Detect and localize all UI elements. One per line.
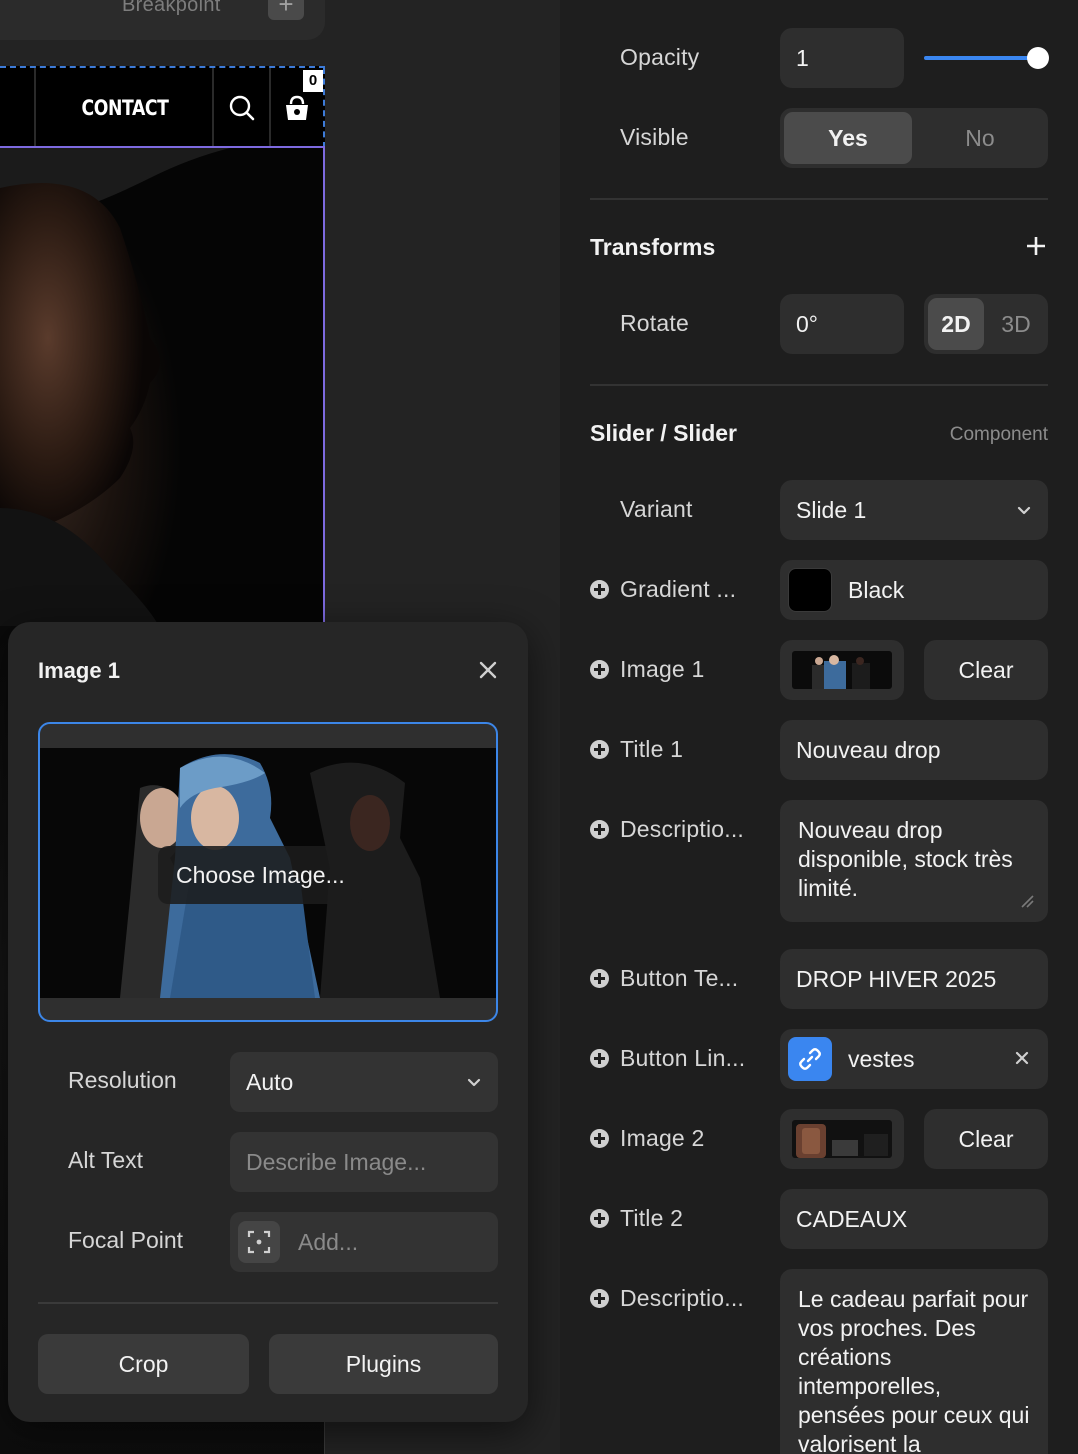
chevron-down-icon bbox=[467, 1078, 481, 1087]
opacity-label: Opacity bbox=[620, 44, 700, 70]
plugins-button[interactable]: Plugins bbox=[269, 1334, 498, 1394]
visible-no-option[interactable]: No bbox=[916, 112, 1044, 164]
breakpoint-label: Breakpoint bbox=[122, 0, 221, 16]
chevron-down-icon bbox=[1017, 506, 1031, 515]
button-link-value: vestes bbox=[848, 1045, 915, 1072]
resize-handle-icon[interactable] bbox=[1020, 894, 1034, 908]
color-swatch[interactable] bbox=[788, 568, 832, 612]
add-circle-icon[interactable] bbox=[590, 580, 609, 599]
resolution-value: Auto bbox=[246, 1068, 294, 1095]
focal-point-input[interactable]: Add... bbox=[230, 1212, 498, 1272]
shopping-bag-icon[interactable] bbox=[283, 94, 311, 122]
title2-label: Title 2 bbox=[620, 1205, 684, 1231]
close-icon[interactable] bbox=[476, 658, 500, 682]
opacity-slider-track[interactable] bbox=[924, 56, 1038, 60]
choose-image-button[interactable]: Choose Image... bbox=[158, 846, 363, 904]
crop-button[interactable]: Crop bbox=[38, 1334, 249, 1394]
link-icon bbox=[788, 1037, 832, 1081]
add-circle-icon[interactable] bbox=[590, 820, 609, 839]
nav-divider bbox=[34, 68, 36, 148]
mode-2d-option[interactable]: 2D bbox=[928, 298, 984, 350]
focal-point-placeholder: Add... bbox=[298, 1228, 359, 1255]
properties-panel: Opacity 1 Visible Yes No Transforms Rota… bbox=[560, 0, 1078, 1454]
site-navbar[interactable]: CONTACT 0 bbox=[0, 66, 325, 148]
image2-thumbnail[interactable] bbox=[780, 1109, 904, 1169]
description1-label: Descriptio... bbox=[620, 816, 745, 842]
description1-textarea[interactable]: Nouveau drop disponible, stock très limi… bbox=[780, 800, 1048, 922]
image2-clear-button[interactable]: Clear bbox=[924, 1109, 1048, 1169]
button-link-label: Button Lin... bbox=[620, 1045, 746, 1071]
gradient-value: Black bbox=[848, 576, 905, 603]
variant-value: Slide 1 bbox=[796, 496, 867, 523]
image2-preview bbox=[792, 1120, 892, 1158]
description1-value: Nouveau drop disponible, stock très limi… bbox=[798, 817, 1013, 901]
gradient-color-field[interactable]: Black bbox=[780, 560, 1048, 620]
component-tag: Component bbox=[949, 424, 1048, 445]
section-divider bbox=[590, 384, 1048, 386]
nav-divider bbox=[212, 68, 214, 148]
hero-portrait bbox=[0, 148, 230, 626]
description2-label: Descriptio... bbox=[620, 1285, 745, 1311]
add-circle-icon[interactable] bbox=[590, 1049, 609, 1068]
focal-point-icon bbox=[238, 1221, 280, 1263]
popover-title: Image 1 bbox=[38, 658, 120, 683]
opacity-input[interactable]: 1 bbox=[780, 28, 904, 88]
rotate-input[interactable]: 0° bbox=[780, 294, 904, 354]
variant-label: Variant bbox=[620, 496, 693, 522]
alt-text-label: Alt Text bbox=[68, 1147, 143, 1173]
add-circle-icon[interactable] bbox=[590, 1129, 609, 1148]
nav-contact-link[interactable]: CONTACT bbox=[52, 68, 198, 148]
add-circle-icon[interactable] bbox=[590, 969, 609, 988]
hero-image[interactable] bbox=[0, 146, 325, 626]
focal-point-label: Focal Point bbox=[68, 1227, 184, 1253]
gradient-label: Gradient ... bbox=[620, 576, 737, 602]
visible-toggle[interactable]: Yes No bbox=[780, 108, 1048, 168]
add-transform-icon[interactable] bbox=[1026, 236, 1046, 256]
button-text-input[interactable]: DROP HIVER 2025 bbox=[780, 949, 1048, 1009]
image1-label: Image 1 bbox=[620, 656, 705, 682]
nav-divider bbox=[269, 68, 271, 148]
rotate-label: Rotate bbox=[620, 310, 689, 336]
button-text-label: Button Te... bbox=[620, 965, 739, 991]
title1-label: Title 1 bbox=[620, 736, 684, 762]
variant-select[interactable]: Slide 1 bbox=[780, 480, 1048, 540]
description2-textarea[interactable]: Le cadeau parfait pour vos proches. Des … bbox=[780, 1269, 1048, 1454]
section-divider bbox=[590, 198, 1048, 200]
resolution-label: Resolution bbox=[68, 1067, 177, 1093]
image1-preview bbox=[792, 651, 892, 689]
button-link-field[interactable]: vestes bbox=[780, 1029, 1048, 1089]
transform-mode-toggle[interactable]: 2D 3D bbox=[924, 294, 1048, 354]
search-icon[interactable] bbox=[228, 94, 256, 122]
title2-input[interactable]: CADEAUX bbox=[780, 1189, 1048, 1249]
add-circle-icon[interactable] bbox=[590, 1289, 609, 1308]
image-preview[interactable]: Choose Image... bbox=[38, 722, 498, 1022]
popover-divider bbox=[38, 1302, 498, 1304]
opacity-slider-handle[interactable] bbox=[1027, 47, 1049, 69]
mode-3d-option[interactable]: 3D bbox=[988, 298, 1044, 350]
transforms-title: Transforms bbox=[590, 234, 716, 260]
image1-thumbnail[interactable] bbox=[780, 640, 904, 700]
image1-clear-button[interactable]: Clear bbox=[924, 640, 1048, 700]
alt-text-input[interactable]: Describe Image... bbox=[230, 1132, 498, 1192]
cart-count-badge: 0 bbox=[303, 70, 323, 92]
component-title: Slider / Slider bbox=[590, 420, 737, 446]
selection-outline bbox=[323, 68, 325, 148]
description2-value: Le cadeau parfait pour vos proches. Des … bbox=[798, 1286, 1030, 1454]
add-circle-icon[interactable] bbox=[590, 1209, 609, 1228]
add-breakpoint-button[interactable]: + bbox=[268, 0, 304, 20]
image2-label: Image 2 bbox=[620, 1125, 705, 1151]
title1-input[interactable]: Nouveau drop bbox=[780, 720, 1048, 780]
visible-label: Visible bbox=[620, 124, 689, 150]
resolution-select[interactable]: Auto bbox=[230, 1052, 498, 1112]
visible-yes-option[interactable]: Yes bbox=[784, 112, 912, 164]
image-popover[interactable]: Image 1 Choose Image... Resolution Auto … bbox=[8, 622, 528, 1422]
add-circle-icon[interactable] bbox=[590, 740, 609, 759]
add-circle-icon[interactable] bbox=[590, 660, 609, 679]
close-icon[interactable] bbox=[1012, 1048, 1032, 1068]
